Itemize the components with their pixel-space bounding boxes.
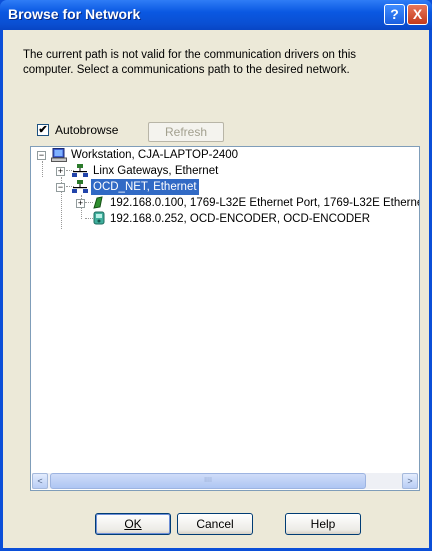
tree-node-label: Linx Gateways, Ethernet (93, 165, 219, 177)
help-button[interactable]: Help (285, 513, 361, 535)
refresh-button[interactable]: Refresh (148, 122, 224, 142)
network-icon (72, 180, 88, 193)
browse-for-network-dialog: Browse for Network ? X The current path … (0, 0, 432, 551)
scroll-right-button[interactable]: > (402, 473, 418, 489)
autobrowse-label: Autobrowse (55, 123, 119, 137)
path-message: The current path is not valid for the co… (23, 49, 357, 76)
device-icon (93, 211, 105, 225)
horizontal-scrollbar[interactable]: < IIII > (32, 473, 418, 489)
plc-icon (93, 196, 103, 209)
dialog-body: The current path is not valid for the co… (3, 30, 429, 548)
help-label: Help (310, 517, 336, 531)
cancel-label: Cancel (196, 517, 234, 531)
cancel-button[interactable]: Cancel (177, 513, 253, 535)
expand-toggle[interactable]: + (76, 199, 85, 208)
network-tree[interactable]: − Workstation, CJA-LAPTOP-2400 + Linx Ga… (30, 146, 420, 491)
window-title: Browse for Network (8, 6, 141, 22)
collapse-toggle[interactable]: − (56, 183, 65, 192)
computer-icon (51, 148, 67, 162)
tree-node-label: 192.168.0.252, OCD-ENCODER, OCD-ENCODER (110, 213, 371, 225)
tree-node-label-selected: OCD_NET, Ethernet (91, 179, 199, 195)
scrollbar-thumb[interactable]: IIII (50, 473, 366, 489)
help-title-button[interactable]: ? (384, 4, 405, 25)
collapse-toggle[interactable]: − (37, 151, 46, 160)
expand-toggle[interactable]: + (56, 167, 65, 176)
ok-button[interactable]: OK (95, 513, 171, 535)
network-icon (72, 164, 88, 177)
ok-label: OK (124, 517, 142, 531)
tree-node-label: 192.168.0.100, 1769-L32E Ethernet Port, … (110, 197, 420, 209)
scroll-left-button[interactable]: < (32, 473, 48, 489)
title-bar[interactable]: Browse for Network ? X (0, 0, 432, 30)
tree-node-label: Workstation, CJA-LAPTOP-2400 (71, 149, 239, 161)
close-button[interactable]: X (407, 4, 428, 25)
checkbox-mark[interactable]: ✔ (37, 124, 49, 136)
